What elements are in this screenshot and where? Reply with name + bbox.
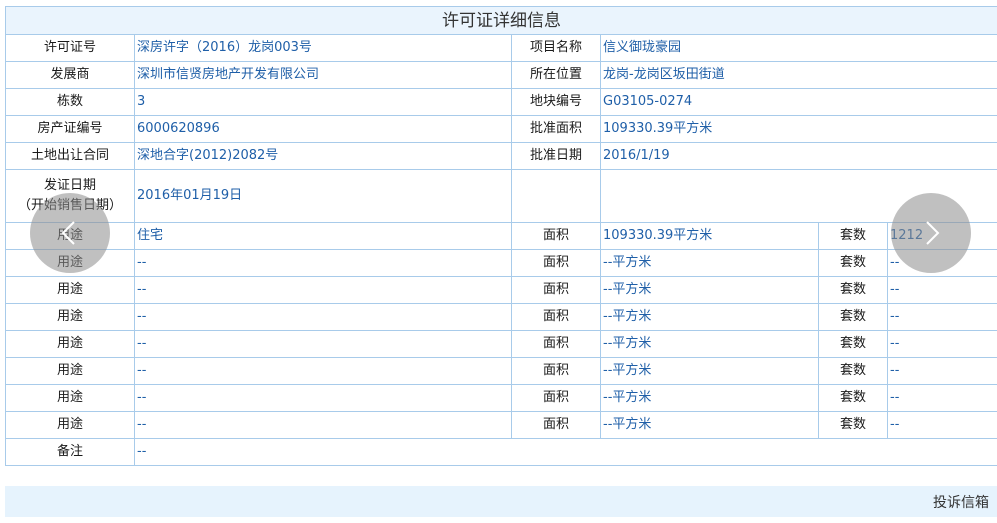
usage-units-label: 套数: [818, 330, 888, 358]
usage-area-label: 面积: [511, 276, 601, 304]
remark-value: --: [133, 438, 997, 466]
chevron-right-icon: [926, 221, 940, 245]
usage-area-value: --平方米: [600, 249, 819, 277]
usage-area-value: 109330.39平方米: [600, 222, 819, 250]
approved-area-label: 批准面积: [511, 115, 601, 143]
usage-units-label: 套数: [818, 249, 888, 277]
usage-area-value: --平方米: [600, 357, 819, 385]
usage-area-label: 面积: [511, 249, 601, 277]
usage-row: 用途--面积--平方米套数--: [5, 357, 997, 385]
usage-units-value: --: [886, 411, 997, 439]
empty-cell: [511, 169, 601, 223]
land-contract-value: 深地合字(2012)2082号: [134, 142, 512, 170]
issue-date-label-line1: 发证日期: [43, 178, 96, 193]
usage-row: 用途--面积--平方米套数--: [5, 249, 997, 277]
page-title: 许可证详细信息: [4, 6, 997, 35]
footer-bar: 投诉信箱: [5, 486, 997, 517]
plot-no-label: 地块编号: [511, 88, 601, 116]
plot-no-value: G03105-0274: [599, 88, 997, 116]
usage-area-value: --平方米: [600, 384, 819, 412]
usage-units-value: --: [886, 330, 997, 358]
usage-row: 用途--面积--平方米套数--: [5, 330, 997, 358]
usage-label: 用途: [5, 411, 135, 439]
license-no-label: 许可证号: [5, 34, 135, 62]
usage-units-label: 套数: [818, 411, 888, 439]
prev-button[interactable]: [30, 193, 110, 273]
usage-label: 用途: [5, 276, 135, 304]
usage-label: 用途: [5, 330, 135, 358]
usage-row: 用途--面积--平方米套数--: [5, 411, 997, 439]
usage-area-value: --平方米: [600, 330, 819, 358]
usage-units-label: 套数: [818, 222, 888, 250]
location-label: 所在位置: [511, 61, 601, 89]
usage-units-value: --: [886, 276, 997, 304]
cert-no-label: 房产证编号: [5, 115, 135, 143]
usage-row: 用途--面积--平方米套数--: [5, 303, 997, 331]
cert-no-value: 6000620896: [134, 115, 512, 143]
usage-units-label: 套数: [818, 384, 888, 412]
usage-area-label: 面积: [511, 411, 601, 439]
buildings-label: 栋数: [5, 88, 135, 116]
license-no-value: 深房许字（2016）龙岗003号: [134, 34, 512, 62]
usage-value: --: [134, 357, 512, 385]
usage-area-label: 面积: [511, 330, 601, 358]
usage-units-label: 套数: [818, 276, 888, 304]
usage-units-label: 套数: [818, 357, 888, 385]
issue-date-value: 2016年01月19日: [134, 169, 512, 223]
usage-value: --: [134, 303, 512, 331]
chevron-left-icon: [61, 221, 75, 245]
project-name-label: 项目名称: [511, 34, 601, 62]
usage-label: 用途: [5, 303, 135, 331]
usage-area-label: 面积: [511, 303, 601, 331]
usage-area-label: 面积: [511, 357, 601, 385]
usage-area-label: 面积: [511, 222, 601, 250]
usage-area-value: --平方米: [600, 303, 819, 331]
usage-row: 用途--面积--平方米套数--: [5, 276, 997, 304]
usage-value: --: [134, 411, 512, 439]
usage-row: 用途住宅面积109330.39平方米套数1212: [5, 222, 997, 250]
usage-value: 住宅: [134, 222, 512, 250]
buildings-value: 3: [134, 88, 512, 116]
usage-area-label: 面积: [511, 384, 601, 412]
usage-value: --: [134, 249, 512, 277]
remark-label: 备注: [5, 438, 135, 466]
land-contract-label: 土地出让合同: [5, 142, 135, 170]
usage-value: --: [134, 330, 512, 358]
usage-units-label: 套数: [818, 303, 888, 331]
approve-date-value: 2016/1/19: [599, 142, 997, 170]
usage-value: --: [134, 384, 512, 412]
location-value: 龙岗-龙岗区坂田街道: [599, 61, 997, 89]
usage-value: --: [134, 276, 512, 304]
usage-rows: 用途住宅面积109330.39平方米套数1212用途--面积--平方米套数--用…: [5, 222, 997, 439]
next-button[interactable]: [891, 193, 971, 273]
approve-date-label: 批准日期: [511, 142, 601, 170]
usage-units-value: --: [886, 357, 997, 385]
developer-value: 深圳市信贤房地产开发有限公司: [134, 61, 512, 89]
usage-units-value: --: [886, 384, 997, 412]
usage-area-value: --平方米: [600, 276, 819, 304]
developer-label: 发展商: [5, 61, 135, 89]
complaint-link[interactable]: 投诉信箱: [933, 492, 997, 512]
usage-label: 用途: [5, 357, 135, 385]
approved-area-value: 109330.39平方米: [599, 115, 997, 143]
usage-row: 用途--面积--平方米套数--: [5, 384, 997, 412]
license-detail-table: 许可证详细信息 许可证号 深房许字（2016）龙岗003号 项目名称 信义御珑豪…: [4, 6, 997, 466]
usage-units-value: --: [886, 303, 997, 331]
project-name-value: 信义御珑豪园: [599, 34, 997, 62]
usage-area-value: --平方米: [600, 411, 819, 439]
usage-label: 用途: [5, 384, 135, 412]
